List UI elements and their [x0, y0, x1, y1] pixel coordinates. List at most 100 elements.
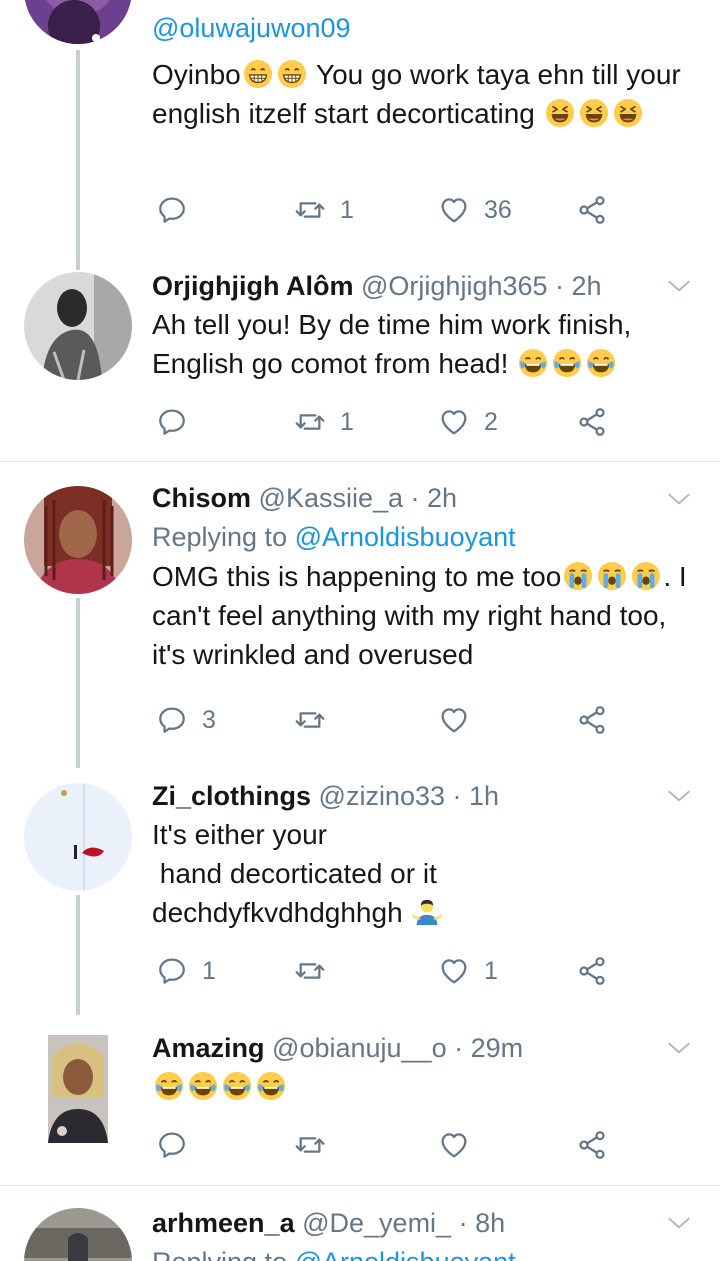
reply-button[interactable]	[156, 402, 202, 442]
retweet-count: 1	[340, 407, 354, 436]
reply-button[interactable]	[156, 1125, 202, 1165]
reply-icon	[156, 194, 188, 226]
replying-to: Replying to @Arnoldisbuoyant	[152, 1244, 690, 1261]
chevron-down-icon[interactable]	[666, 273, 692, 299]
timestamp: · 2h	[555, 271, 602, 301]
tweet-zi-clothings[interactable]: Zi_clothings @zizino33 · 1h It's either …	[0, 767, 720, 1015]
retweet-icon	[294, 194, 326, 226]
tears-of-joy-emoji-icon	[552, 348, 582, 378]
like-button[interactable]	[438, 1125, 484, 1165]
chevron-down-icon[interactable]	[666, 1210, 692, 1236]
avatar[interactable]	[48, 1035, 108, 1143]
share-icon	[576, 194, 608, 226]
tears-of-joy-emoji-icon	[222, 1071, 252, 1101]
retweet-button[interactable]: 1	[294, 402, 354, 442]
avatar[interactable]	[24, 0, 132, 44]
heart-icon	[438, 955, 470, 987]
heart-icon	[438, 1129, 470, 1161]
reply-button[interactable]: 3	[156, 700, 216, 740]
thread-line	[76, 598, 80, 768]
share-icon	[576, 955, 608, 987]
heart-icon	[438, 194, 470, 226]
like-button[interactable]	[438, 700, 484, 740]
grinning-emoji-icon	[277, 59, 307, 89]
avatar[interactable]	[24, 783, 132, 891]
tweet-text: Oyinbo You go work taya ehn till your en…	[152, 59, 689, 129]
like-button[interactable]: 36	[438, 190, 512, 230]
share-button[interactable]	[576, 700, 608, 740]
avatar[interactable]	[24, 272, 132, 380]
retweet-count: 1	[340, 195, 354, 224]
tweet-oluwajuwon09[interactable]: @oluwajuwon09 Oyinbo You go work taya eh…	[0, 0, 720, 270]
display-name[interactable]: Zi_clothings	[152, 781, 311, 811]
thread-line	[76, 50, 80, 270]
laughing-emoji-icon	[545, 98, 575, 128]
crying-emoji-icon	[597, 561, 627, 591]
share-button[interactable]	[576, 1125, 608, 1165]
share-icon	[576, 1129, 608, 1161]
timestamp: · 1h	[452, 781, 500, 811]
share-button[interactable]	[576, 951, 608, 991]
user-handle[interactable]: @zizino33	[319, 781, 445, 811]
retweet-button[interactable]	[294, 700, 340, 740]
replying-to: Replying to @Arnoldisbuoyant	[152, 522, 516, 552]
grinning-emoji-icon	[243, 59, 273, 89]
user-handle[interactable]: @Orjighjigh365	[361, 271, 548, 301]
like-count: 2	[484, 407, 498, 436]
share-button[interactable]	[576, 190, 608, 230]
chevron-down-icon[interactable]	[666, 783, 692, 809]
thread-line	[76, 895, 80, 1015]
chevron-down-icon[interactable]	[666, 486, 692, 512]
share-icon	[576, 704, 608, 736]
heart-icon	[438, 406, 470, 438]
tweet-amazing[interactable]: Amazing @obianuju__o · 29m	[0, 1015, 720, 1185]
reply-icon	[156, 955, 188, 987]
mention-link[interactable]: @Arnoldisbuoyant	[295, 522, 516, 552]
retweet-icon	[294, 704, 326, 736]
reply-icon	[156, 1129, 188, 1161]
like-button[interactable]: 2	[438, 402, 498, 442]
retweet-icon	[294, 406, 326, 438]
display-name[interactable]: Amazing	[152, 1033, 265, 1063]
reply-button[interactable]: 1	[156, 951, 216, 991]
tears-of-joy-emoji-icon	[518, 348, 548, 378]
retweet-icon	[294, 955, 326, 987]
reply-icon	[156, 704, 188, 736]
reply-count: 3	[202, 705, 216, 734]
tweet-chisom[interactable]: Chisom @Kassiie_a · 2h Replying to @Arno…	[0, 462, 720, 768]
timestamp: · 2h	[410, 483, 458, 513]
chevron-down-icon[interactable]	[666, 1035, 692, 1061]
mention-link[interactable]: @oluwajuwon09	[152, 13, 351, 43]
mention-link[interactable]: @Arnoldisbuoyant	[295, 1247, 516, 1261]
reply-count: 1	[202, 956, 216, 985]
share-button[interactable]	[576, 402, 608, 442]
tweet-orjighjigh[interactable]: Orjighjigh Alôm @Orjighjigh365 · 2h Ah t…	[0, 255, 720, 460]
avatar[interactable]	[24, 486, 132, 594]
avatar[interactable]	[24, 1208, 132, 1261]
laughing-emoji-icon	[613, 98, 643, 128]
display-name[interactable]: arhmeen_a	[152, 1208, 295, 1238]
laughing-emoji-icon	[579, 98, 609, 128]
user-handle[interactable]: @De_yemi_	[302, 1208, 451, 1238]
like-count: 36	[484, 195, 512, 224]
retweet-icon	[294, 1129, 326, 1161]
retweet-button[interactable]	[294, 1125, 340, 1165]
tears-of-joy-emoji-icon	[586, 348, 616, 378]
tweet-arhmeen[interactable]: arhmeen_a @De_yemi_ · 8h Replying to @Ar…	[0, 1186, 720, 1261]
retweet-button[interactable]: 1	[294, 190, 354, 230]
retweet-button[interactable]	[294, 951, 340, 991]
timestamp: · 29m	[454, 1033, 524, 1063]
tweet-text	[152, 1067, 690, 1106]
tweet-text: It's either your hand decorticated or it…	[152, 815, 690, 932]
user-handle[interactable]: @Kassiie_a	[259, 483, 403, 513]
crying-emoji-icon	[563, 561, 593, 591]
display-name[interactable]: Chisom	[152, 483, 251, 513]
share-icon	[576, 406, 608, 438]
crying-emoji-icon	[631, 561, 661, 591]
reply-button[interactable]	[156, 190, 202, 230]
reply-icon	[156, 406, 188, 438]
display-name[interactable]: Orjighjigh Alôm	[152, 271, 354, 301]
tears-of-joy-emoji-icon	[154, 1071, 184, 1101]
like-button[interactable]: 1	[438, 951, 498, 991]
user-handle[interactable]: @obianuju__o	[272, 1033, 447, 1063]
